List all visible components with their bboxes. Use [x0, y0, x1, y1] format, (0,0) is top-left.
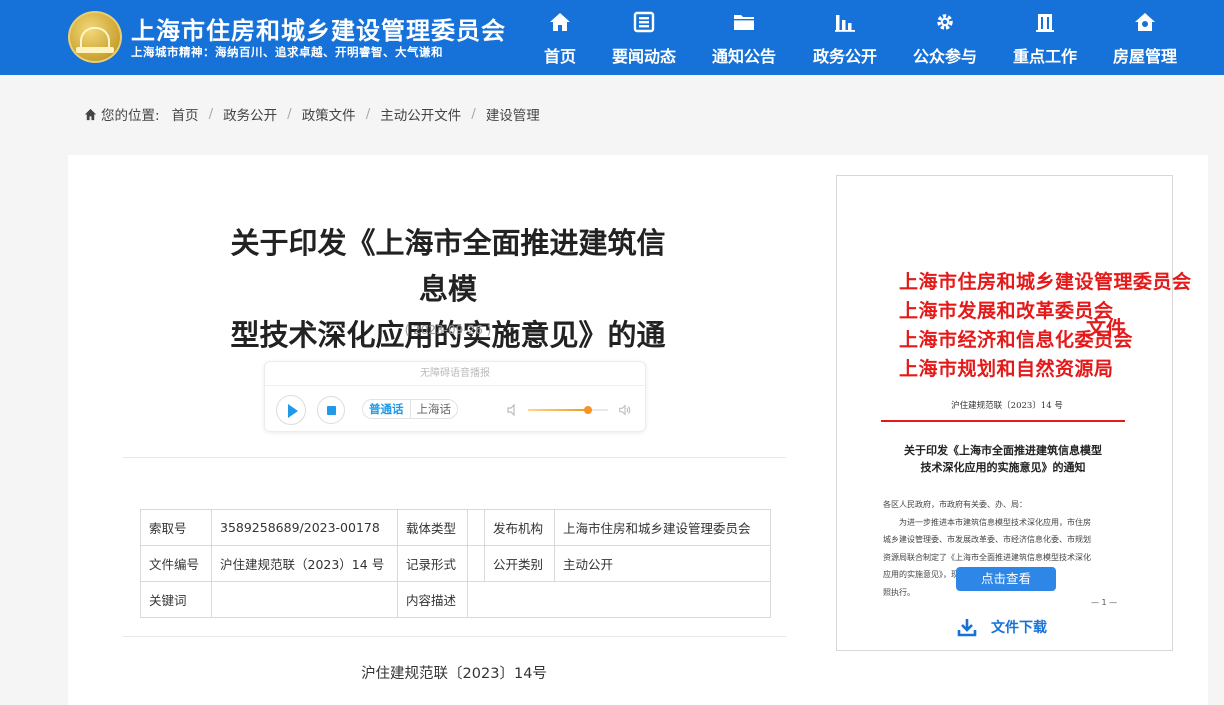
breadcrumb-separator: / — [208, 106, 214, 122]
preview-title-line: 技术深化应用的实施意见》的通知 — [920, 461, 1086, 474]
table-row: 关键词 内容描述 — [140, 581, 771, 618]
title-line: 关于印发《上海市全面推进建筑信息模 — [230, 226, 666, 306]
breadcrumb-separator: / — [365, 106, 371, 122]
lang-mandarin-button[interactable]: 普通话 — [363, 400, 411, 418]
issuer-suffix: 文件 — [1086, 316, 1126, 340]
nav-label: 公众参与 — [912, 47, 977, 66]
meta-value: 3589258689/2023-00178 — [211, 509, 398, 546]
volume-high-icon[interactable] — [618, 403, 632, 417]
nav-item-participation[interactable]: 公众参与 — [895, 0, 995, 75]
meta-label: 记录形式 — [397, 545, 468, 582]
meta-value — [467, 581, 771, 618]
breadcrumb-item-active-disclosure[interactable]: 主动公开文件 — [380, 104, 461, 124]
nav-label: 通知公告 — [711, 47, 776, 66]
building-icon — [1036, 14, 1054, 32]
audio-player: 无障碍语音播报 普通话 上海话 — [264, 361, 646, 432]
meta-label: 文件编号 — [140, 545, 212, 582]
meta-value — [211, 581, 398, 618]
download-icon — [957, 619, 977, 637]
issuer-name: 上海市经济和信息化委员会 — [899, 329, 1134, 351]
nav-label: 要闻动态 — [611, 47, 676, 66]
meta-value — [467, 509, 485, 546]
nav-item-key-work[interactable]: 重点工作 — [995, 0, 1095, 75]
table-row: 索取号 3589258689/2023-00178 载体类型 发布机构 上海市住… — [140, 509, 771, 546]
issuer-name: 上海市规划和自然资源局 — [899, 358, 1114, 380]
issuer-name: 上海市发展和改革委员会 — [899, 300, 1114, 322]
meta-label: 关键词 — [140, 581, 212, 618]
stop-icon — [327, 406, 336, 415]
preview-page-number: — 1 — — [1091, 598, 1118, 607]
meta-label: 公开类别 — [484, 545, 555, 582]
gear-icon — [937, 14, 953, 30]
site-header: 上海市住房和城乡建设管理委员会 上海城市精神：海纳百川、追求卓越、开明睿智、大气… — [0, 0, 1224, 75]
issuer-name: 上海市住房和城乡建设管理委员会 — [899, 271, 1192, 293]
play-icon — [288, 404, 298, 418]
meta-label: 载体类型 — [397, 509, 468, 546]
house-settings-icon — [1135, 13, 1155, 31]
nav-item-notices[interactable]: 通知公告 — [694, 0, 794, 75]
divider — [123, 636, 786, 637]
metadata-table: 索取号 3589258689/2023-00178 载体类型 发布机构 上海市住… — [140, 509, 771, 618]
breadcrumb-item-gov-affairs[interactable]: 政务公开 — [223, 104, 277, 124]
volume-slider[interactable] — [528, 406, 608, 414]
site-title[interactable]: 上海市住房和城乡建设管理委员会 — [131, 11, 506, 46]
lang-shanghai-button[interactable]: 上海话 — [411, 400, 458, 418]
meta-label: 发布机构 — [484, 509, 555, 546]
breadcrumb-item-construction[interactable]: 建设管理 — [486, 104, 540, 124]
volume-low-icon[interactable] — [506, 403, 520, 417]
city-emblem-icon[interactable] — [68, 11, 122, 63]
news-icon — [633, 11, 655, 33]
breadcrumb-separator: / — [471, 106, 476, 122]
download-link[interactable]: 文件下载 — [957, 616, 1047, 638]
divider — [123, 457, 786, 458]
meta-label: 索取号 — [140, 509, 212, 546]
red-divider — [881, 420, 1125, 422]
preview-title: 关于印发《上海市全面推进建筑信息模型 技术深化应用的实施意见》的通知 — [881, 442, 1125, 476]
player-header: 无障碍语音播报 — [265, 362, 645, 386]
home-icon — [550, 13, 570, 31]
view-document-button[interactable]: 点击查看 — [956, 567, 1056, 591]
issuer-list: 上海市住房和城乡建设管理委员会 上海市发展和改革委员会 上海市经济和信息化委员会… — [899, 268, 1192, 384]
folder-icon — [734, 15, 754, 30]
breadcrumb-item-home[interactable]: 首页 — [172, 104, 199, 124]
bar-chart-icon — [835, 15, 855, 32]
site-motto: 上海城市精神：海纳百川、追求卓越、开明睿智、大气谦和 — [131, 45, 443, 59]
table-row: 文件编号 沪住建规范联（2023）14 号 记录形式 公开类别 主动公开 — [140, 545, 771, 582]
meta-label: 内容描述 — [397, 581, 468, 618]
language-toggle: 普通话 上海话 — [362, 399, 458, 419]
meta-value: 沪住建规范联（2023）14 号 — [211, 545, 398, 582]
document-preview: 上海市住房和城乡建设管理委员会 上海市发展和改革委员会 上海市经济和信息化委员会… — [836, 175, 1191, 651]
publish-date: ( 2023-09-26 ) — [404, 323, 492, 337]
preview-salutation: 各区人民政府，市政府有关委、办、局： — [883, 500, 1027, 509]
breadcrumb: 您的位置: 首页 / 政务公开 / 政策文件 / 主动公开文件 / 建设管理 — [84, 104, 540, 124]
meta-value — [467, 545, 485, 582]
volume-handle[interactable] — [584, 406, 592, 414]
nav-label: 房屋管理 — [1112, 47, 1177, 66]
preview-title-line: 关于印发《上海市全面推进建筑信息模型 — [904, 444, 1102, 457]
preview-body-line: 为进一步推进本市建筑信息模型技术深化应用，市住房 — [899, 517, 1091, 527]
download-label: 文件下载 — [991, 620, 1047, 636]
nav-item-news[interactable]: 要闻动态 — [594, 0, 694, 75]
nav-item-housing[interactable]: 房屋管理 — [1095, 0, 1195, 75]
meta-value: 主动公开 — [554, 545, 771, 582]
breadcrumb-separator: / — [287, 106, 292, 122]
stop-button[interactable] — [317, 396, 345, 424]
preview-body-line: 城乡建设管理委、市发展改革委、市经济信息化委、市规划 — [883, 535, 1091, 544]
nav-label: 重点工作 — [1012, 47, 1077, 66]
preview-body-line: 资源局联合制定了《上海市全面推进建筑信息模型技术深化 — [883, 552, 1091, 562]
meta-value: 上海市住房和城乡建设管理委员会 — [554, 509, 771, 546]
preview-doc-number: 沪住建规范联〔2023〕14 号 — [951, 401, 1063, 411]
play-button[interactable] — [276, 395, 306, 425]
document-number: 沪住建规范联〔2023〕14号 — [361, 666, 547, 682]
nav-label: 政务公开 — [812, 47, 877, 66]
volume-fill — [528, 409, 588, 411]
breadcrumb-prefix: 您的位置: — [101, 108, 160, 124]
home-icon — [84, 108, 97, 120]
breadcrumb-item-policy[interactable]: 政策文件 — [302, 104, 356, 124]
nav-item-gov-affairs[interactable]: 政务公开 — [795, 0, 895, 75]
